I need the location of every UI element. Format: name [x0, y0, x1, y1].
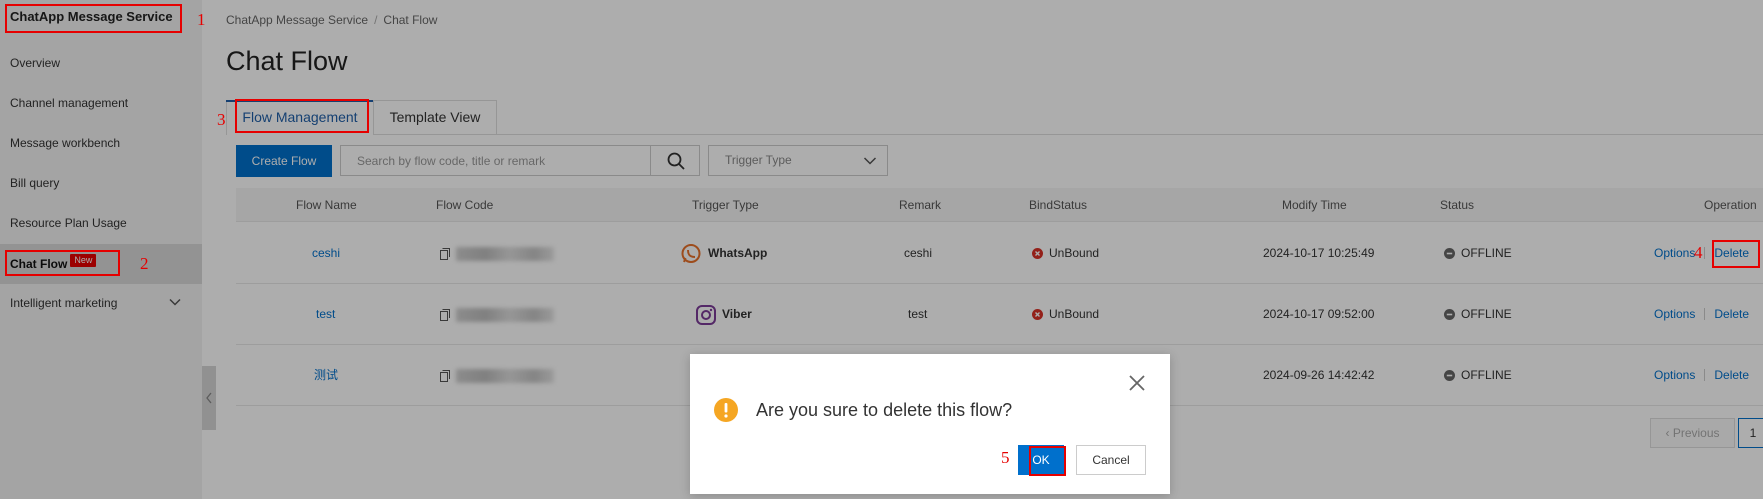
annotation-number: 2 [140, 254, 149, 273]
cancel-button[interactable]: Cancel [1076, 445, 1146, 475]
annotation-box [1029, 446, 1066, 476]
delete-confirm-dialog: Are you sure to delete this flow? OK Can… [690, 354, 1170, 494]
dialog-message: Are you sure to delete this flow? [756, 400, 1013, 420]
annotation-box [5, 250, 120, 276]
annotation-number: 4 [1694, 243, 1703, 262]
annotation-number: 5 [1001, 448, 1010, 467]
warning-icon [714, 398, 738, 422]
annotation-box [5, 4, 182, 33]
close-icon[interactable] [1128, 374, 1146, 392]
annotation-box [235, 99, 369, 133]
annotation-number: 3 [217, 110, 226, 129]
annotation-number: 1 [197, 10, 206, 29]
annotation-box [1712, 240, 1760, 268]
